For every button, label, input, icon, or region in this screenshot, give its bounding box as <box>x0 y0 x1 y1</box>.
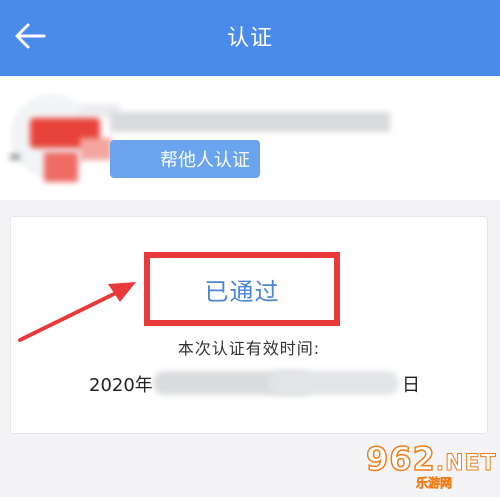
status-text: 已通过 <box>204 277 280 306</box>
watermark-subtitle: 乐游网 <box>416 476 453 491</box>
valid-time-label: 本次认证有效时间: <box>177 339 321 358</box>
help-others-verify-button[interactable]: 帮他人认证 <box>110 140 260 178</box>
profile-section: 帮他人认证 <box>0 76 500 200</box>
app-header: 认证 <box>0 0 500 76</box>
valid-date: 2020年 日 <box>89 367 420 396</box>
blurred-avatar-detail <box>44 152 78 182</box>
blurred-username <box>110 112 390 132</box>
valid-date-year: 2020年 <box>89 375 153 396</box>
watermark-logo: 962.NET 乐游网 <box>356 439 497 494</box>
watermark-brand: 962.NET <box>365 439 497 479</box>
valid-date-day: 日 <box>402 375 420 396</box>
verification-status-card: 已通过 本次认证有效时间: 2020年 日 <box>10 216 488 434</box>
blurred-info <box>10 154 20 160</box>
status-highlight-box: 已通过 <box>144 252 340 326</box>
blurred-date <box>269 371 399 395</box>
page-title: 认证 <box>226 26 273 51</box>
blurred-avatar-detail <box>80 138 112 160</box>
